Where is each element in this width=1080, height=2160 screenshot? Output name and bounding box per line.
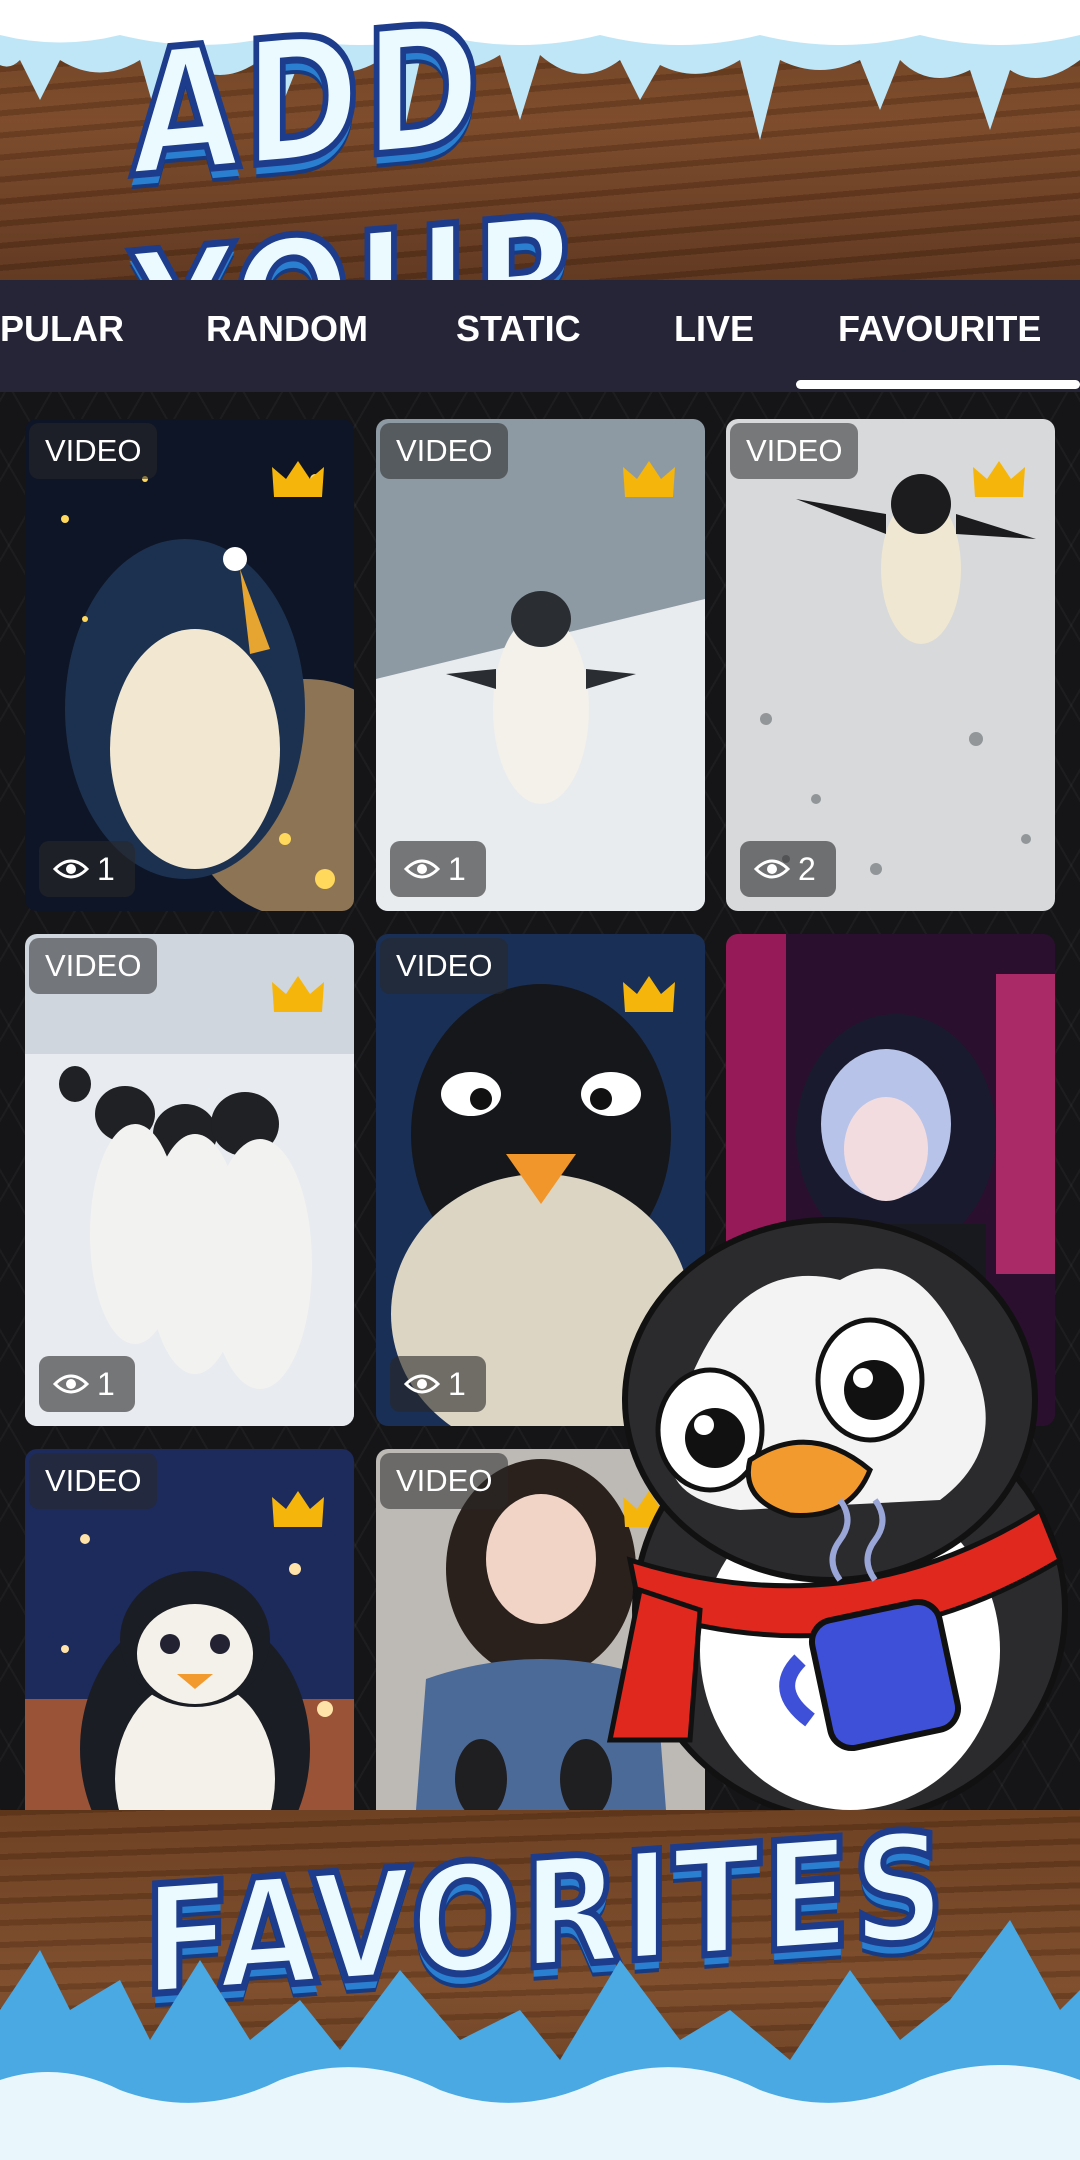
video-badge: VIDEO [29,1453,158,1509]
video-badge: VIDEO [29,938,158,994]
crown-icon [973,461,1025,497]
crown-icon [272,1491,324,1527]
video-badge: VIDEO [380,938,509,994]
video-badge: VIDEO [730,423,859,479]
category-tabs: PULAR RANDOM STATIC LIVE FAVOURITE [0,280,1080,392]
view-count-value: 1 [448,850,466,887]
view-count-value: 1 [97,1365,115,1402]
view-count: 2 [740,841,836,897]
view-count-value: 1 [448,1365,466,1402]
tab-selected-indicator [796,380,1080,389]
view-count: 1 [39,841,135,897]
ice-bottom-decoration [0,1920,1080,2160]
view-count: 1 [390,841,486,897]
crown-icon [272,976,324,1012]
top-promo-banner: ADD YOUR [0,0,1080,300]
headline-top: ADD YOUR [128,0,588,300]
eye-icon [53,1374,89,1394]
wallpaper-card[interactable]: VIDEO 1 [25,419,354,911]
eye-icon [404,859,440,879]
tab-static[interactable]: STATIC [456,308,581,368]
view-count-value: 2 [798,850,816,887]
eye-icon [754,859,790,879]
wallpaper-card[interactable]: VIDEO 1 [25,934,354,1426]
crown-icon [623,461,675,497]
view-count-value: 1 [97,850,115,887]
tab-popular[interactable]: PULAR [0,308,124,368]
wallpaper-card[interactable]: VIDEO 1 [376,419,705,911]
wallpaper-card[interactable]: VIDEO 2 [726,419,1055,911]
tab-live[interactable]: LIVE [674,308,754,368]
penguin-mascot-illustration [606,1217,1068,1820]
eye-icon [404,1374,440,1394]
video-badge: VIDEO [380,1453,509,1509]
video-badge: VIDEO [380,423,509,479]
crown-icon [623,976,675,1012]
view-count: 1 [39,1356,135,1412]
video-badge: VIDEO [29,423,158,479]
view-count: 1 [390,1356,486,1412]
tab-favourite[interactable]: FAVOURITE [838,308,1041,368]
eye-icon [53,859,89,879]
tab-random[interactable]: RANDOM [206,308,368,368]
crown-icon [272,461,324,497]
